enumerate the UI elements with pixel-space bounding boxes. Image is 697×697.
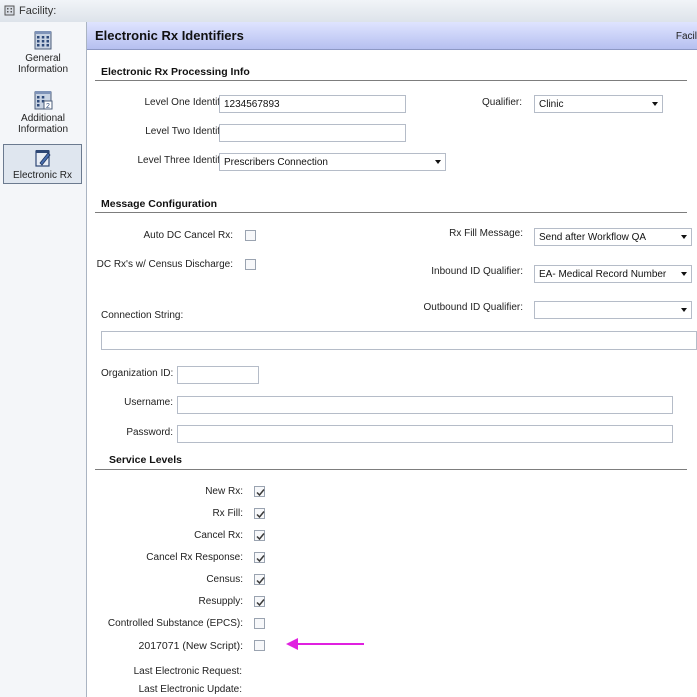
section-divider (95, 80, 687, 81)
service-level-label: New Rx: (205, 486, 243, 497)
section-divider (95, 212, 687, 213)
service-level-label: Census: (206, 574, 243, 585)
service-level-label: Cancel Rx: (194, 530, 243, 541)
panel-header: Electronic Rx Identifiers Facil (87, 22, 697, 50)
sidebar-nav: General Information 2 Additional Informa… (0, 22, 87, 697)
service-level-checkbox[interactable] (254, 552, 265, 563)
building-grid-icon (34, 31, 52, 50)
window-title-bar: Facility: (0, 0, 697, 23)
checkmark-icon (256, 489, 265, 497)
chevron-down-icon (681, 272, 687, 276)
dc-census-label: DC Rx's w/ Census Discharge: (96, 259, 233, 270)
password-label: Password: (126, 427, 173, 438)
organization-id-label: Organization ID: (101, 368, 174, 379)
auto-dc-cancel-checkbox[interactable] (245, 230, 256, 241)
prescription-pad-icon (34, 150, 51, 167)
window-title: Facility: (19, 5, 57, 17)
qualifier-select[interactable]: Clinic (534, 95, 663, 113)
section-title-message-configuration: Message Configuration (101, 198, 218, 210)
annotation-arrow-icon (286, 638, 364, 650)
service-level-label: 2017071 (New Script): (138, 640, 243, 652)
level-three-identifier-select[interactable]: Prescribers Connection (219, 153, 446, 171)
nav-item-additional-information[interactable]: 2 Additional Information (0, 89, 86, 135)
nav-item-label: Electronic Rx (13, 170, 72, 181)
level-one-label: Level One Identifier: (144, 97, 235, 108)
chevron-down-icon (681, 308, 687, 312)
service-level-label: Rx Fill: (212, 508, 243, 519)
checkmark-icon (256, 555, 265, 563)
level-two-identifier-input[interactable] (219, 124, 406, 142)
select-value: Prescribers Connection (224, 157, 328, 168)
chevron-down-icon (652, 102, 658, 106)
nav-item-general-information[interactable]: General Information (0, 29, 86, 75)
service-level-checkbox[interactable] (254, 508, 265, 519)
chevron-down-icon (435, 160, 441, 164)
service-level-checkbox[interactable] (254, 596, 265, 607)
rx-fill-message-select[interactable]: Send after Workflow QA (534, 228, 692, 246)
level-two-label: Level Two Identifier: (145, 126, 234, 137)
outbound-id-qualifier-select[interactable] (534, 301, 692, 319)
level-one-identifier-input[interactable]: 1234567893 (219, 95, 406, 113)
select-value: Clinic (539, 99, 564, 110)
service-level-checkbox[interactable] (254, 640, 265, 651)
nav-item-label: General (25, 53, 61, 64)
qualifier-label: Qualifier: (481, 97, 522, 108)
auto-dc-label: Auto DC Cancel Rx: (143, 230, 233, 241)
username-input[interactable] (177, 396, 673, 414)
chevron-down-icon (681, 235, 687, 239)
svg-text:2: 2 (46, 103, 50, 110)
select-value: EA- Medical Record Number (539, 269, 667, 280)
organization-id-input[interactable] (177, 366, 259, 384)
nav-item-label: Information (17, 64, 69, 75)
service-level-label: Controlled Substance (EPCS): (107, 618, 243, 629)
nav-item-electronic-rx[interactable]: Electronic Rx (3, 144, 82, 184)
service-level-checkbox[interactable] (254, 618, 265, 629)
nav-item-label: Additional (21, 113, 65, 124)
last-electronic-update-label: Last Electronic Update: (138, 684, 242, 695)
rx-fill-message-label: Rx Fill Message: (449, 228, 523, 239)
building-plus-icon: 2 (34, 91, 53, 110)
checkmark-icon (256, 511, 265, 519)
service-level-label: Cancel Rx Response: (146, 552, 243, 563)
username-label: Username: (124, 397, 173, 408)
service-level-checkbox[interactable] (254, 530, 265, 541)
level-three-label: Level Three Identifier: (137, 155, 234, 166)
checkmark-icon (256, 533, 265, 541)
section-divider (95, 469, 687, 470)
connection-string-input[interactable] (101, 331, 697, 350)
connection-string-label: Connection String: (101, 310, 184, 321)
select-value: Send after Workflow QA (539, 232, 647, 243)
nav-item-label: Information (17, 124, 69, 135)
checkmark-icon (256, 577, 265, 585)
dc-census-discharge-checkbox[interactable] (245, 259, 256, 270)
inbound-id-qualifier-select[interactable]: EA- Medical Record Number (534, 265, 692, 283)
inbound-id-qualifier-label: Inbound ID Qualifier: (431, 266, 523, 277)
outbound-id-qualifier-label: Outbound ID Qualifier: (423, 302, 524, 313)
header-right-text: Facil (675, 31, 697, 42)
service-level-checkbox[interactable] (254, 574, 265, 585)
section-title-processing: Electronic Rx Processing Info (101, 66, 250, 78)
section-title-service-levels: Service Levels (109, 454, 182, 466)
password-input[interactable] (177, 425, 673, 443)
service-level-checkbox[interactable] (254, 486, 265, 497)
checkmark-icon (256, 599, 265, 607)
page-title: Electronic Rx Identifiers (95, 28, 244, 43)
building-icon (4, 5, 15, 16)
service-level-label: Resupply: (198, 596, 243, 607)
last-electronic-request-label: Last Electronic Request: (133, 666, 242, 677)
